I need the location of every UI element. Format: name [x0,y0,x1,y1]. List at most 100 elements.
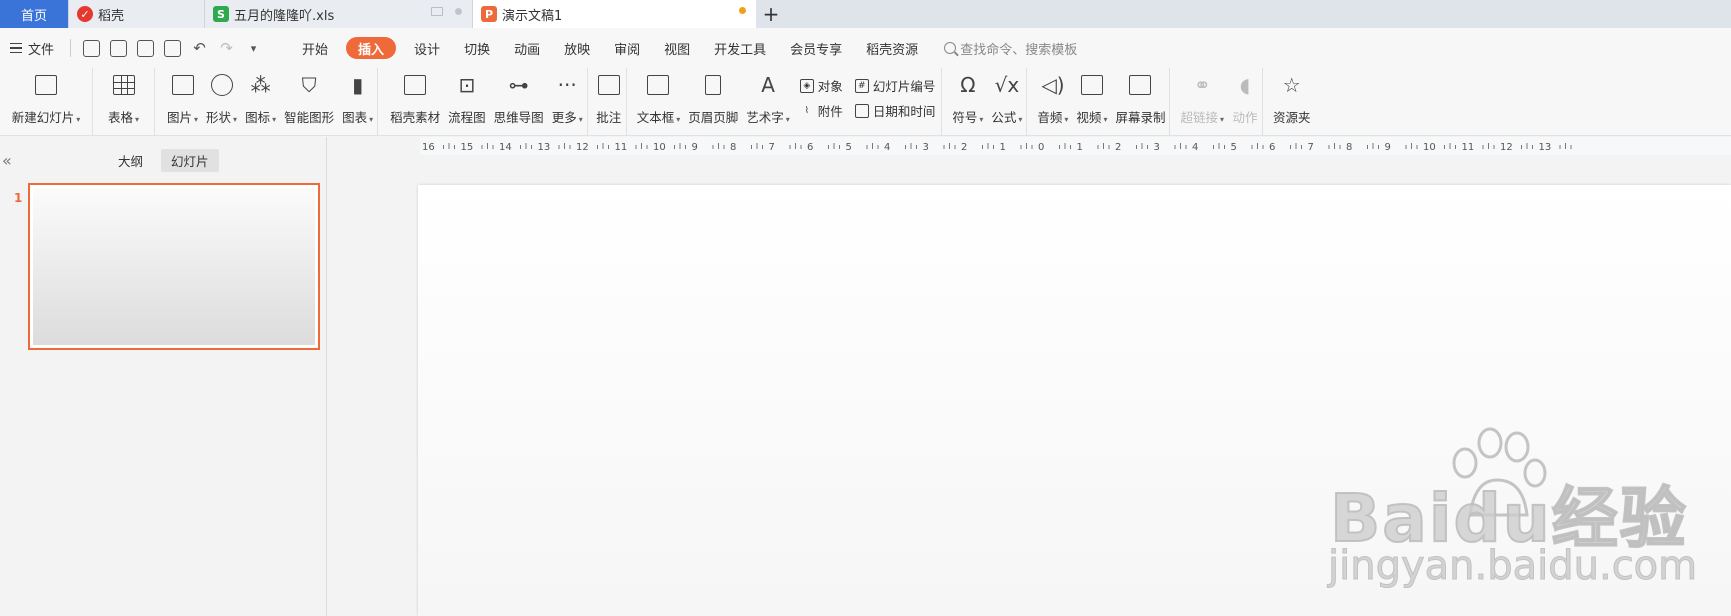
customize-toolbar-icon[interactable]: ▾ [245,40,262,57]
tab-daoke-label: 稻壳 [98,8,125,24]
screen-record-icon [1127,72,1153,98]
panel-tabs: 大纲 幻灯片 [108,149,219,172]
tab-outline[interactable]: 大纲 [108,149,153,172]
screen-record-button[interactable]: 屏幕录制 [1111,72,1169,126]
tab-home-ribbon[interactable]: 开始 [290,37,340,59]
add-tab-button[interactable]: + [756,0,786,28]
comment-icon [596,72,622,98]
more-button[interactable]: ··· 更多 ▾ [548,72,587,126]
table-button[interactable]: 表格 ▾ [104,72,143,126]
smartart-button[interactable]: ⛉ 智能图形 [280,72,338,126]
tab-spreadsheet-label: 五月的隆隆吖.xls [234,8,335,24]
video-button[interactable]: 视频 ▾ [1072,72,1111,126]
baidu-watermark: Baidu经验 jingyan.baidu.com [1320,425,1720,605]
mindmap-button[interactable]: ⊶ 思维导图 [490,72,548,126]
redo-icon[interactable]: ↷ [218,39,235,57]
video-label: 视频 [1076,110,1102,125]
export-pdf-icon[interactable] [110,39,128,57]
picture-label: 图片 [167,110,193,125]
tab-spreadsheet[interactable]: S 五月的隆隆吖.xls [205,0,473,28]
picture-button[interactable]: 图片 ▾ [163,72,202,126]
monitor-icon[interactable] [431,7,443,16]
new-slide-button[interactable]: 新建幻灯片 ▾ [8,72,85,126]
shape-label: 形状 [206,110,232,125]
wordart-button[interactable]: A 艺术字 ▾ [742,72,794,126]
command-search[interactable]: 查找命令、搜索模板 [944,39,1077,58]
table-icon [111,72,137,98]
slide-number-button[interactable]: # 幻灯片编号 [854,76,936,95]
tab-transitions[interactable]: 切换 [452,37,502,59]
tab-developer[interactable]: 开发工具 [702,37,778,59]
mindmap-label: 思维导图 [493,110,544,125]
ruler-label: 15 [461,142,474,153]
ruler-label: 11 [615,142,628,153]
ruler-label: 7 [769,142,775,153]
calendar-icon [854,103,869,118]
speaker-icon: ◁) [1041,73,1065,97]
header-footer-button[interactable]: 页眉页脚 [684,72,742,126]
formula-button[interactable]: √x 公式 ▾ [987,72,1026,126]
tab-slideshow[interactable]: 放映 [552,37,602,59]
daoke-material-button[interactable]: 稻壳素材 [386,72,444,126]
icons-icon: ⁂ [250,73,271,97]
tab-design[interactable]: 设计 [402,37,452,59]
shape-button[interactable]: 形状 ▾ [202,72,241,126]
ruler-label: 7 [1308,142,1314,153]
object-button[interactable]: ◈ 对象 [799,76,843,95]
action-button[interactable]: ◖ 动作 [1228,72,1262,126]
ruler-label: 8 [1346,142,1352,153]
symbol-button[interactable]: Ω 符号 ▾ [948,72,987,126]
action-label: 动作 [1232,110,1258,125]
icon-label: 图标 [245,110,271,125]
comment-button[interactable]: 批注 [592,72,626,126]
material-icon [402,72,428,98]
ruler-label: 10 [1423,142,1436,153]
mindmap-icon: ⊶ [508,73,529,97]
group-table: 表格 ▾ [93,68,155,136]
comment-label: 批注 [596,110,622,125]
horizontal-ruler[interactable]: 16 15 14 13 12 11 10 9 8 7 6 5 4 3 2 1 0 1 2 3 4 5 6 7 8 9 10 11 12 1… [420,137,1731,155]
tab-presentation[interactable]: P 演示文稿1 [473,0,756,28]
ruler-label: 13 [538,142,551,153]
tab-daoke-resources[interactable]: 稻壳资源 [854,37,930,59]
datetime-button[interactable]: 日期和时间 [854,101,935,120]
hyperlink-button[interactable]: ⚭ 超链接 ▾ [1176,72,1228,126]
tab-home[interactable]: 首页 [0,0,69,28]
tab-insert[interactable]: 插入 [346,37,397,59]
object-label: 对象 [817,79,843,94]
ribbon-tabs: 开始 插入 设计 切换 动画 放映 审阅 视图 开发工具 会员专享 稻壳资源 [290,37,930,59]
new-slide-label: 新建幻灯片 [11,110,75,125]
tab-view[interactable]: 视图 [652,37,702,59]
flowchart-button[interactable]: ⊡ 流程图 [444,72,490,126]
print-preview-icon[interactable] [164,39,182,57]
ruler-label: 6 [807,142,813,153]
group-text: 文本框 ▾ 页眉页脚 A 艺术字 ▾ ◈ 对象 ⌇ 附件 # 幻灯片编号 日期和时间 [627,68,943,136]
chart-button[interactable]: ▮ 图表 ▾ [338,72,377,126]
file-menu[interactable]: 文件 [0,39,54,58]
slide-thumbnail[interactable] [28,183,320,350]
tab-home-label: 首页 [20,8,47,24]
textbox-button[interactable]: 文本框 ▾ [633,72,685,126]
slide-number-label: 幻灯片编号 [872,79,936,94]
tab-animations[interactable]: 动画 [502,37,552,59]
text-small-buttons-2: # 幻灯片编号 日期和时间 [849,72,942,120]
ruler-label: 12 [576,142,589,153]
tab-bar: 首页 ✓ 稻壳 S 五月的隆隆吖.xls P 演示文稿1 + [0,0,1731,28]
tab-review[interactable]: 审阅 [602,37,652,59]
tab-daoke[interactable]: ✓ 稻壳 [69,0,205,28]
group-slides: 新建幻灯片 ▾ [0,68,93,136]
tab-member[interactable]: 会员专享 [778,37,854,59]
print-icon[interactable] [137,39,155,57]
slide-panel: « 大纲 幻灯片 1 [0,137,327,616]
icon-button[interactable]: ⁂ 图标 ▾ [241,72,280,126]
resource-folder-button[interactable]: ☆ 资源夹 [1269,72,1315,126]
audio-button[interactable]: ◁) 音频 ▾ [1033,72,1072,126]
collapse-panel-icon[interactable]: « [2,151,12,170]
save-icon[interactable] [83,39,101,57]
star-folder-icon: ☆ [1282,73,1301,97]
more-label: 更多 [551,110,577,125]
undo-icon[interactable]: ↶ [191,39,208,57]
tab-slides[interactable]: 幻灯片 [161,149,219,172]
attachment-button[interactable]: ⌇ 附件 [800,101,843,120]
picture-icon [170,72,196,98]
